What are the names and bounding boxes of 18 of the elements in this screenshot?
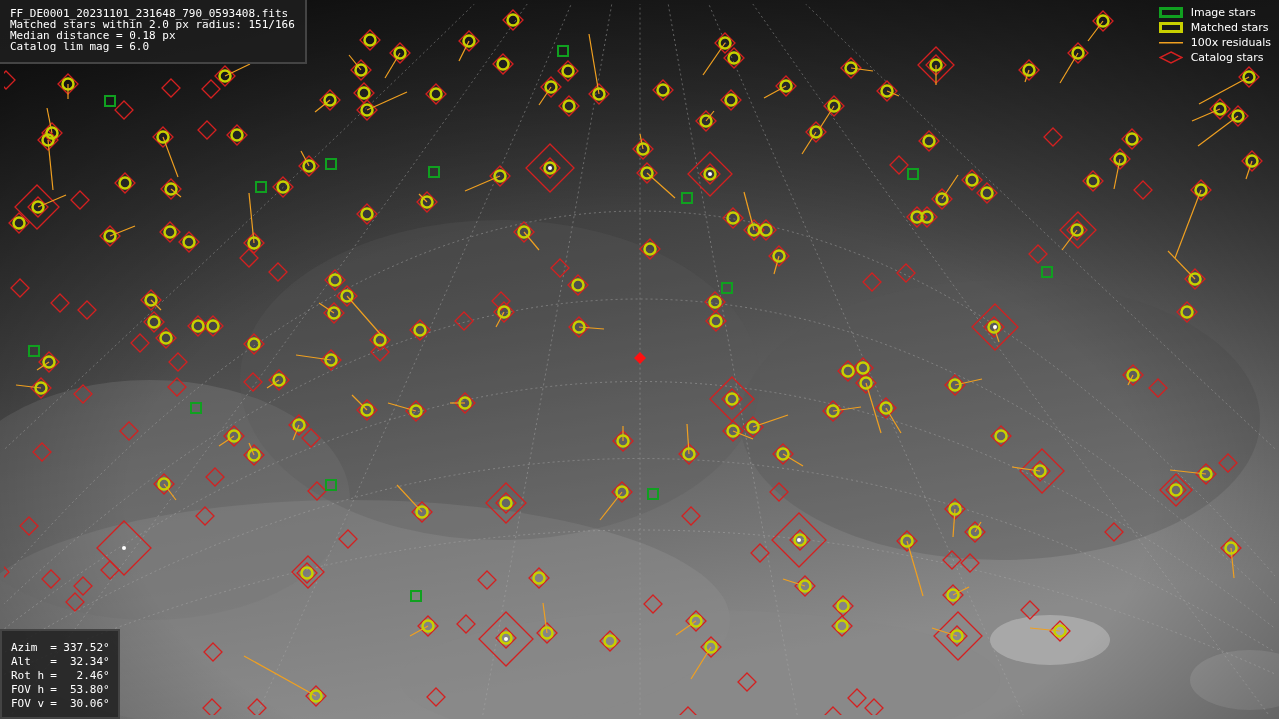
pointing-label: FOV v xyxy=(11,697,45,711)
pointing-value: = 30.06° xyxy=(50,697,110,711)
info-text: FF_DE0001_20231101_231648_790_0593408.fits xyxy=(10,8,290,19)
pointing-label: FOV h xyxy=(11,683,45,697)
legend-label: 100x residuals xyxy=(1190,36,1271,49)
info-text: Catalog lim mag = 6.0 xyxy=(10,41,151,52)
pointing-label: Rot h xyxy=(11,669,45,683)
pointing-value: = 337.52° xyxy=(50,641,110,655)
pointing-value: = 2.46° xyxy=(50,669,110,683)
info-text: Median distance = 0.18 px xyxy=(10,30,176,41)
pointing-value: = 53.80° xyxy=(50,683,110,697)
pointing-value: = 32.34° xyxy=(50,655,110,669)
legend-label: Catalog stars xyxy=(1190,51,1265,64)
pointing-label: Azim xyxy=(11,641,39,655)
legend-label: Image stars xyxy=(1190,6,1257,19)
info-text: Matched stars within 2.0 px radius: 151/166 xyxy=(10,19,295,30)
pointing-label: Alt xyxy=(11,655,32,669)
legend-label: Matched stars xyxy=(1190,21,1270,34)
